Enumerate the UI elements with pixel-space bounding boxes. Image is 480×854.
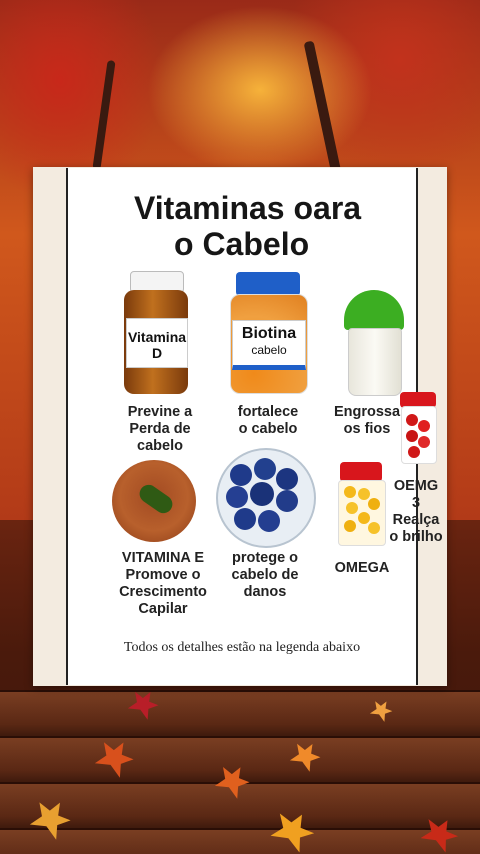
page-title-line1: Vitaminas oara [134,190,362,226]
omega-caption: OMEGA [334,560,390,576]
shaker-caption: Engrossa os fios [333,404,401,437]
blueberry-caption: protege o cabelo de danos [231,550,299,600]
biotin-label-line1: Biotina [241,325,297,342]
biotin-label-line2: cabelo [251,343,287,357]
oemg-caption: OEMG 3 Realça o brilho [389,478,443,545]
vitamin-e-caption: VITAMINA E Promove o Crescimento Capilar [119,550,207,617]
infographic-panel: Vitaminas oara o Cabelo Vitamina D Previ… [66,168,443,685]
vitamin-d-caption: Previne a Perda de cabelo [127,404,193,454]
footer-note: Todos os detalhes estão na legenda abaix… [123,640,361,655]
vitamin-d-label-line1: Vitamina [127,329,187,345]
vitamin-d-label-line2: D [151,345,163,361]
biotin-caption: fortalece o cabelo [237,404,299,437]
page-title-line2: o Cabelo [174,226,310,262]
infographic-card: Vitaminas oara o Cabelo Vitamina D Previ… [33,167,447,686]
